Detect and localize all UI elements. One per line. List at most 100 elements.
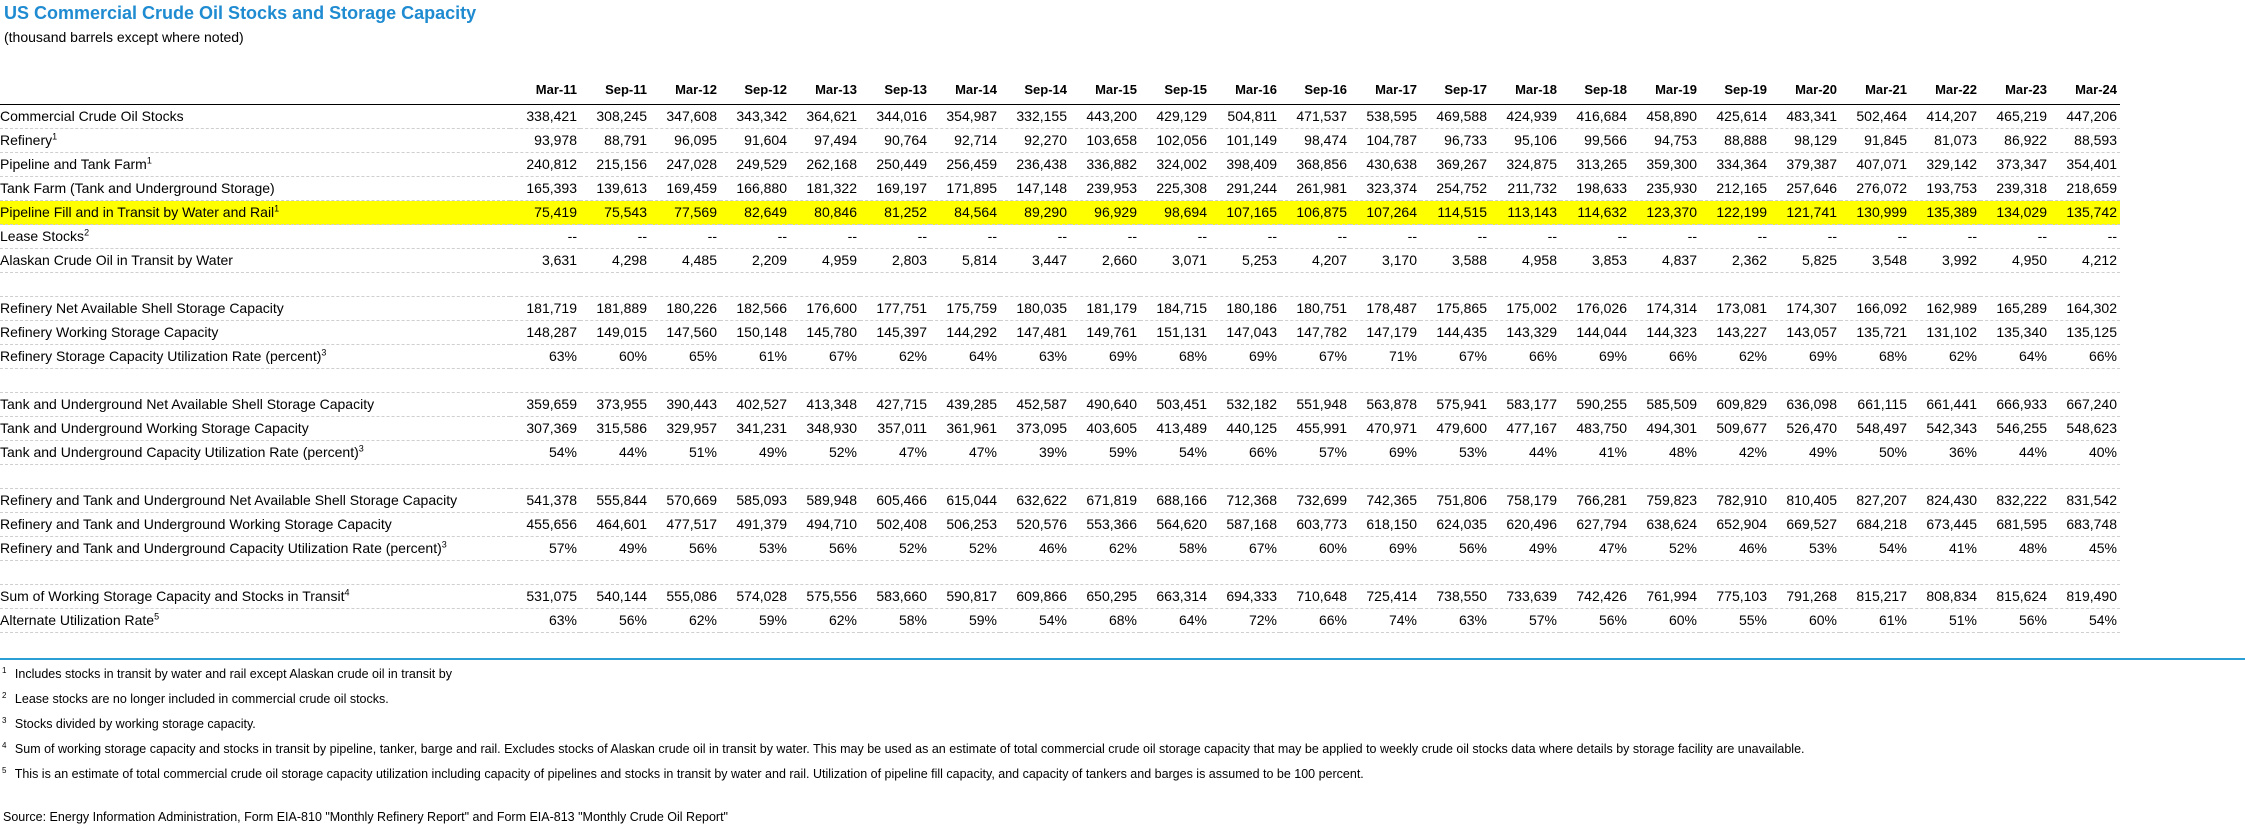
value-cell: 464,601 bbox=[580, 512, 650, 537]
row-label-text: Sum of Working Storage Capacity and Stoc… bbox=[0, 588, 345, 604]
value-cell: 88,593 bbox=[2050, 128, 2120, 153]
empty-cell bbox=[1840, 272, 1910, 297]
column-header: Sep-17 bbox=[1420, 76, 1490, 105]
value-cell: 97,494 bbox=[790, 128, 860, 153]
footnote-number: 5 bbox=[2, 765, 7, 775]
empty-cell bbox=[1700, 560, 1770, 585]
value-cell: 91,845 bbox=[1840, 128, 1910, 153]
empty-cell bbox=[1000, 368, 1070, 393]
value-cell: -- bbox=[510, 224, 580, 249]
value-cell: 61% bbox=[1840, 608, 1910, 633]
empty-cell bbox=[1910, 368, 1980, 393]
value-cell: 684,218 bbox=[1840, 512, 1910, 537]
value-cell: -- bbox=[1700, 224, 1770, 249]
value-cell: 104,787 bbox=[1350, 128, 1420, 153]
value-cell: 193,753 bbox=[1910, 176, 1980, 201]
footnote: 1 Includes stocks in transit by water an… bbox=[2, 662, 1805, 687]
value-cell: 373,347 bbox=[1980, 152, 2050, 177]
value-cell: 181,889 bbox=[580, 296, 650, 321]
value-cell: 574,028 bbox=[720, 584, 790, 609]
value-cell: -- bbox=[1630, 224, 1700, 249]
value-cell: 624,035 bbox=[1420, 512, 1490, 537]
value-cell: 589,948 bbox=[790, 488, 860, 513]
empty-cell bbox=[580, 560, 650, 585]
value-cell: 490,640 bbox=[1070, 392, 1140, 417]
empty-cell bbox=[1560, 368, 1630, 393]
value-cell: 4,212 bbox=[2050, 248, 2120, 273]
value-cell: 143,057 bbox=[1770, 320, 1840, 345]
value-cell: 455,656 bbox=[510, 512, 580, 537]
value-cell: 180,186 bbox=[1210, 296, 1280, 321]
value-cell: 4,959 bbox=[790, 248, 860, 273]
footnote-number: 1 bbox=[2, 665, 7, 675]
empty-cell bbox=[1630, 560, 1700, 585]
value-cell: 68% bbox=[1140, 344, 1210, 369]
column-header: Mar-17 bbox=[1350, 76, 1420, 105]
value-cell: 429,129 bbox=[1140, 104, 1210, 129]
empty-cell bbox=[650, 464, 720, 489]
value-cell: 751,806 bbox=[1420, 488, 1490, 513]
value-cell: 390,443 bbox=[650, 392, 720, 417]
empty-cell bbox=[1910, 272, 1980, 297]
value-cell: 93,978 bbox=[510, 128, 580, 153]
value-cell: 3,631 bbox=[510, 248, 580, 273]
value-cell: 541,378 bbox=[510, 488, 580, 513]
value-cell: 134,029 bbox=[1980, 200, 2050, 225]
value-cell: 315,586 bbox=[580, 416, 650, 441]
value-cell: 494,710 bbox=[790, 512, 860, 537]
value-cell: 147,148 bbox=[1000, 176, 1070, 201]
empty-cell bbox=[1350, 560, 1420, 585]
value-cell: 215,156 bbox=[580, 152, 650, 177]
empty-cell bbox=[0, 560, 510, 585]
value-cell: 503,451 bbox=[1140, 392, 1210, 417]
row-label: Refinery and Tank and Underground Capaci… bbox=[0, 536, 510, 561]
row-label: Refinery and Tank and Underground Workin… bbox=[0, 512, 510, 537]
value-cell: 47% bbox=[860, 440, 930, 465]
value-cell: 452,587 bbox=[1000, 392, 1070, 417]
footnote: 4 Sum of working storage capacity and st… bbox=[2, 737, 1805, 762]
footnote: 3 Stocks divided by working storage capa… bbox=[2, 712, 1805, 737]
row-label: Tank Farm (Tank and Underground Storage) bbox=[0, 176, 510, 201]
value-cell: 570,669 bbox=[650, 488, 720, 513]
value-cell: 618,150 bbox=[1350, 512, 1420, 537]
value-cell: 56% bbox=[1980, 608, 2050, 633]
value-cell: 166,092 bbox=[1840, 296, 1910, 321]
value-cell: 479,600 bbox=[1420, 416, 1490, 441]
footnote-marker: 5 bbox=[154, 611, 160, 622]
value-cell: 240,812 bbox=[510, 152, 580, 177]
value-cell: 67% bbox=[1280, 344, 1350, 369]
row-label: Refinery1 bbox=[0, 128, 510, 153]
empty-cell bbox=[650, 272, 720, 297]
empty-cell bbox=[1630, 272, 1700, 297]
column-header: Mar-16 bbox=[1210, 76, 1280, 105]
value-cell: -- bbox=[1980, 224, 2050, 249]
empty-cell bbox=[0, 368, 510, 393]
value-cell: 532,182 bbox=[1210, 392, 1280, 417]
empty-cell bbox=[510, 368, 580, 393]
footnote-text: Sum of working storage capacity and stoc… bbox=[11, 742, 1805, 756]
empty-cell bbox=[1000, 560, 1070, 585]
value-cell: 182,566 bbox=[720, 296, 790, 321]
value-cell: 184,715 bbox=[1140, 296, 1210, 321]
sheet-subtitle: (thousand barrels except where noted) bbox=[4, 29, 244, 45]
row-label-text: Refinery Net Available Shell Storage Cap… bbox=[0, 300, 284, 316]
row-label: Pipeline and Tank Farm1 bbox=[0, 152, 510, 177]
value-cell: 59% bbox=[720, 608, 790, 633]
value-cell: 471,537 bbox=[1280, 104, 1350, 129]
value-cell: 564,620 bbox=[1140, 512, 1210, 537]
row-label-text: Refinery and Tank and Underground Workin… bbox=[0, 516, 392, 532]
footnote-marker: 2 bbox=[84, 227, 90, 238]
value-cell: 150,148 bbox=[720, 320, 790, 345]
empty-cell bbox=[1210, 464, 1280, 489]
value-cell: 107,264 bbox=[1350, 200, 1420, 225]
value-cell: 5,253 bbox=[1210, 248, 1280, 273]
value-cell: 94,753 bbox=[1630, 128, 1700, 153]
value-cell: 427,715 bbox=[860, 392, 930, 417]
value-cell: 41% bbox=[1560, 440, 1630, 465]
value-cell: 313,265 bbox=[1560, 152, 1630, 177]
value-cell: 148,287 bbox=[510, 320, 580, 345]
value-cell: 88,791 bbox=[580, 128, 650, 153]
empty-cell bbox=[0, 464, 510, 489]
value-cell: 71% bbox=[1350, 344, 1420, 369]
value-cell: 712,368 bbox=[1210, 488, 1280, 513]
